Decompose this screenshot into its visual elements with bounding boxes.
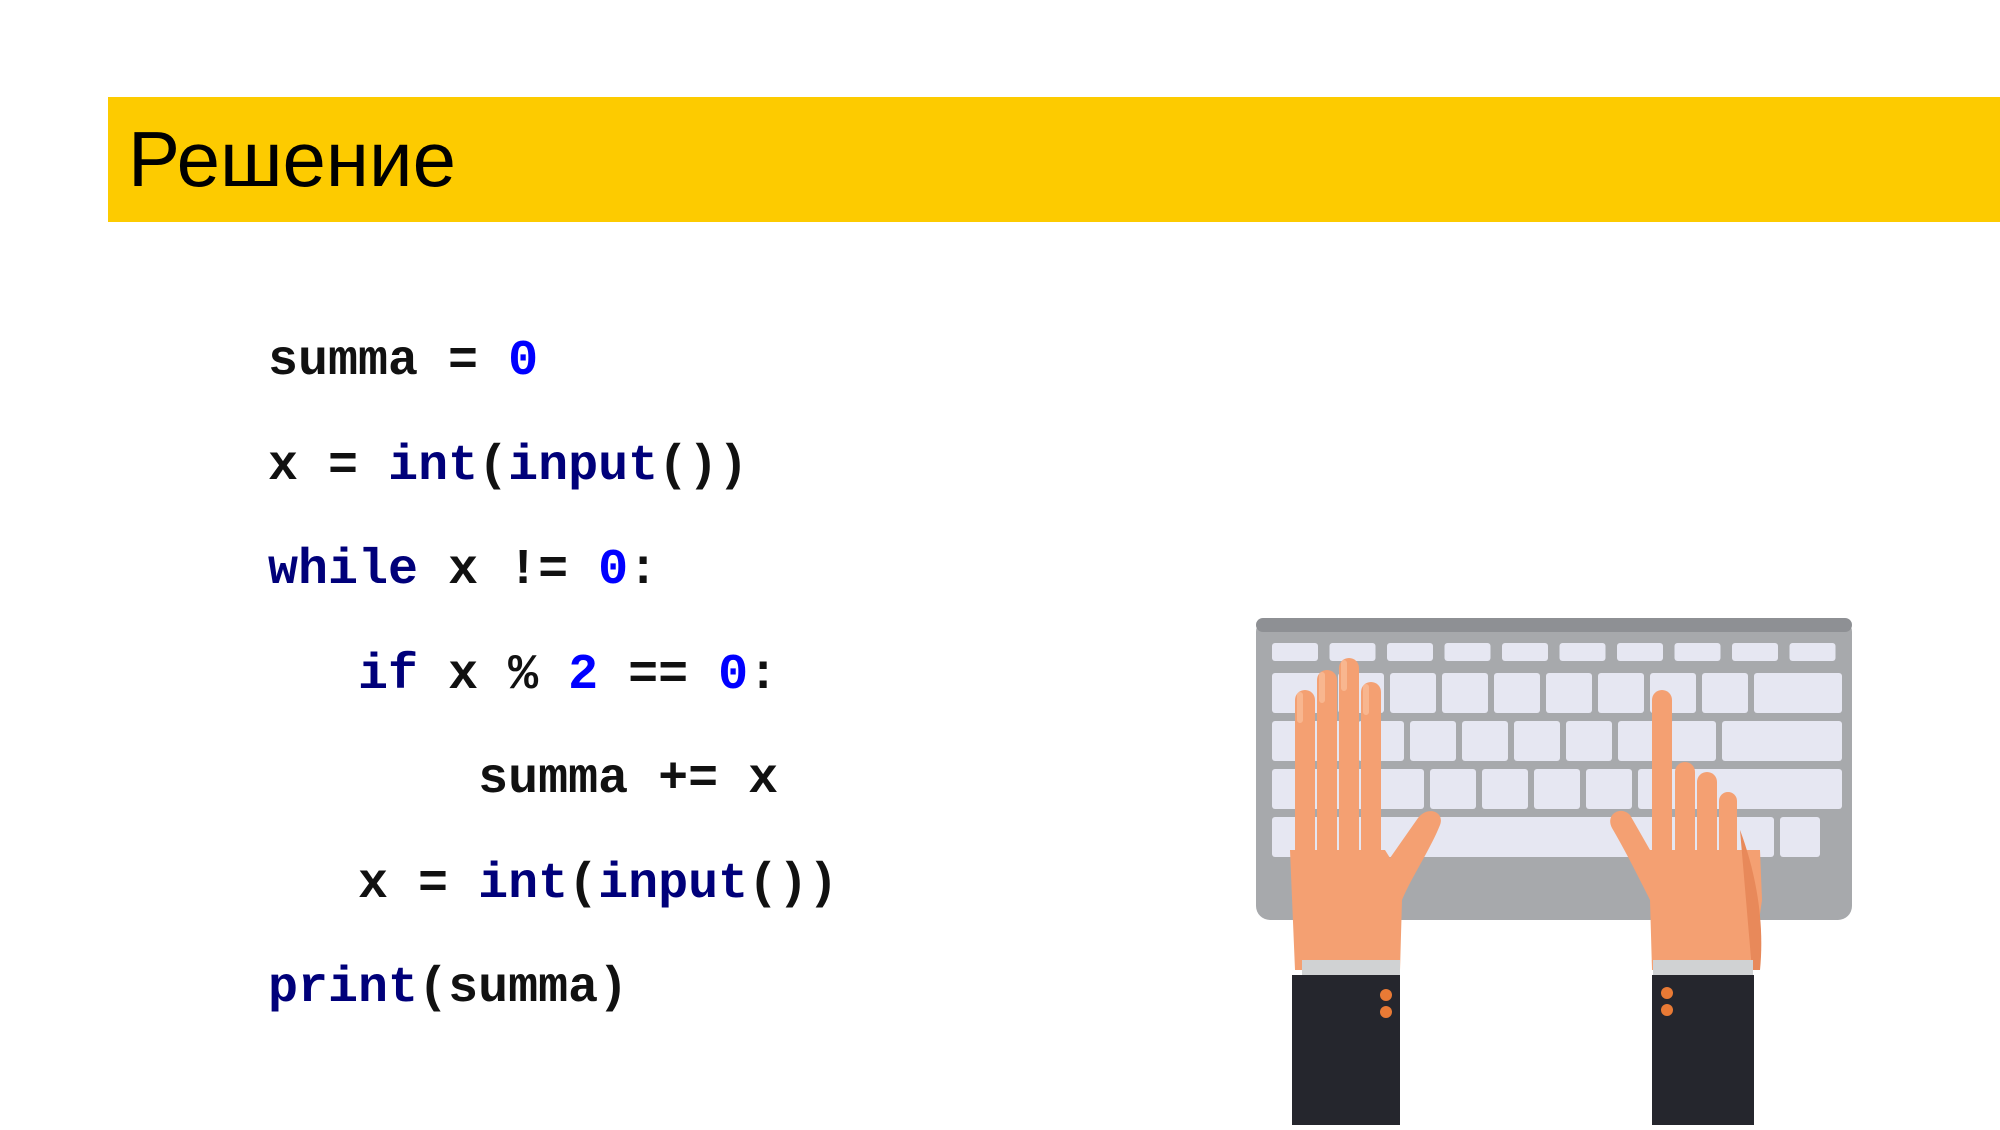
keyboard-key <box>1430 769 1476 809</box>
keyboard-key <box>1559 643 1606 661</box>
keyboard-key <box>1502 643 1548 661</box>
code-token: ()) <box>748 856 839 913</box>
code-line: while x != 0: <box>148 481 658 599</box>
keyboard-key <box>1670 721 1716 761</box>
keyboard-key <box>1462 721 1508 761</box>
keyboard-key <box>1789 643 1836 661</box>
title-bar: Решение <box>108 97 2000 222</box>
keyboard-key <box>1444 643 1491 661</box>
keyboard-key <box>1722 721 1842 761</box>
keyboard-key <box>1378 769 1424 809</box>
code-token: ()) <box>658 438 749 495</box>
keyboard-key <box>1674 643 1721 661</box>
keyboard-top-edge <box>1256 618 1852 632</box>
keyboard-key <box>1329 643 1376 661</box>
keyboard-key <box>1566 721 1612 761</box>
code-line: print(summa) <box>148 899 628 1017</box>
keyboard-key <box>1617 643 1663 661</box>
code-line: x = int(input()) <box>148 377 748 495</box>
keyboard-key <box>1390 673 1436 713</box>
code-line: summa = 0 <box>148 272 538 390</box>
keyboard-key <box>1780 817 1820 857</box>
slide-title: Решение <box>128 115 456 203</box>
keyboard-key <box>1534 769 1580 809</box>
keyboard-key <box>1442 673 1488 713</box>
keyboard-key <box>1482 769 1528 809</box>
typing-illustration <box>1240 600 1860 1125</box>
keyboard-key <box>1702 673 1748 713</box>
keyboard-key <box>1272 643 1318 661</box>
keyboard-key <box>1754 673 1842 713</box>
code-line: x = int(input()) <box>148 795 838 913</box>
keyboard-key <box>1514 721 1560 761</box>
code-line: if x % 2 == 0: <box>148 586 778 704</box>
keyboard-key <box>1598 673 1644 713</box>
keyboard-key <box>1546 673 1592 713</box>
keyboard-key <box>1586 769 1632 809</box>
keyboard-key <box>1387 643 1433 661</box>
code-token: (summa) <box>418 960 629 1017</box>
code-token: print <box>268 960 419 1017</box>
keyboard-key <box>1494 673 1540 713</box>
keyboard-key <box>1410 721 1456 761</box>
hands-typing-on-keyboard-icon <box>1256 618 1852 1125</box>
code-line: summa += x <box>148 690 778 808</box>
keyboard-key <box>1732 643 1778 661</box>
